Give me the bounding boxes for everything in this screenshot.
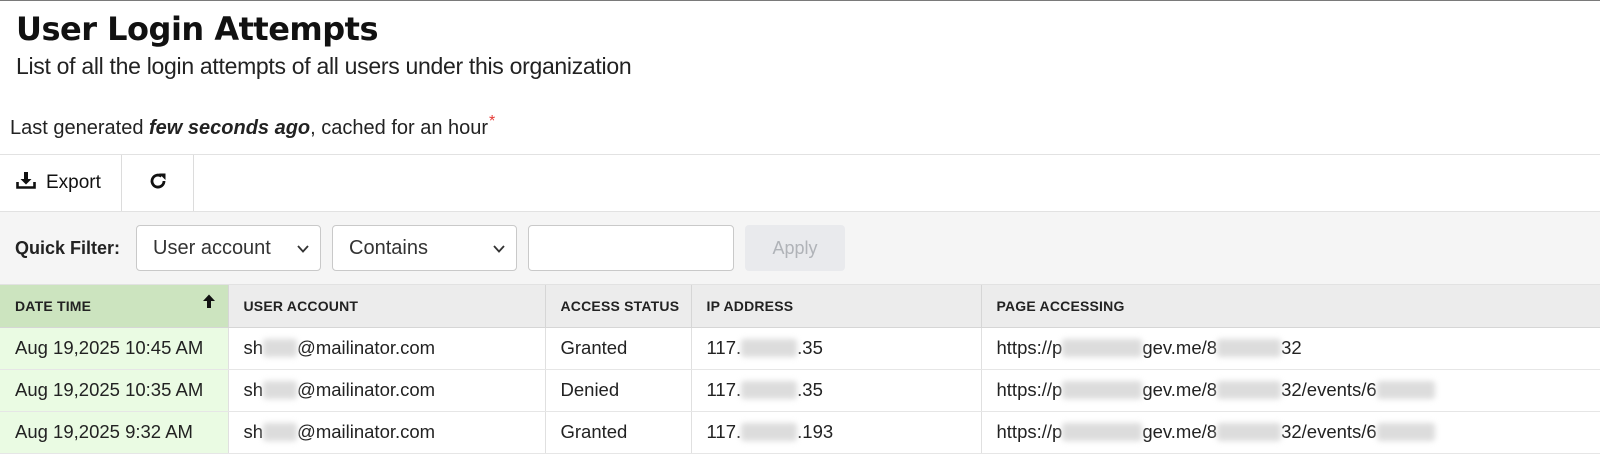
filter-operator-select[interactable]: Contains [332,225,518,271]
redacted-text [1376,423,1435,441]
redacted-text [1062,339,1143,357]
date-time-cell: Aug 19,2025 10:35 AM [0,369,229,412]
refresh-icon [148,171,168,196]
redacted-text [741,423,798,441]
login-attempts-table: DATE TIME USER ACCOUNT ACCESS STATUS IP … [0,285,1600,454]
page-accessing-cell: https://p gev.me/8 32/events/6 [981,369,1600,412]
arrow-up-icon [202,293,216,312]
column-header-user-account[interactable]: USER ACCOUNT [228,285,546,328]
filter-operator-value: Contains [349,236,428,259]
page-header: User Login Attempts List of all the logi… [0,1,1600,97]
redacted-text [1217,339,1282,357]
redacted-text [263,381,298,399]
page-accessing-cell: https://p gev.me/8 32 [981,327,1600,370]
access-status-cell: Granted [545,411,692,454]
access-status-cell: Granted [545,327,692,370]
page-accessing-cell: https://p gev.me/8 32/events/6 [981,411,1600,454]
redacted-text [741,339,798,357]
cache-age: few seconds ago [149,117,311,139]
table-header-row: DATE TIME USER ACCOUNT ACCESS STATUS IP … [0,285,1600,328]
ip-address-cell: 117. .35 [691,327,982,370]
redacted-text [1376,381,1435,399]
toolbar: Export [0,155,1600,212]
table-row[interactable]: Aug 19,2025 10:45 AM sh @mailinator.com Gra… [0,327,1600,370]
cache-suffix: , cached for an hour [310,117,489,139]
table-row[interactable]: Aug 19,2025 9:32 AM sh @mailinator.com Gran… [0,411,1600,454]
page-subtitle: List of all the login attempts of all us… [16,53,632,79]
redacted-text [1062,423,1143,441]
date-time-cell: Aug 19,2025 9:32 AM [0,411,229,454]
chevron-down-icon [492,237,506,260]
filter-field-value: User account [153,236,271,259]
redacted-text [263,339,298,357]
table-row[interactable]: Aug 19,2025 10:35 AM sh @mailinator.com Den… [0,369,1600,412]
redacted-text [1217,423,1282,441]
table-body: Aug 19,2025 10:45 AM sh @mailinator.com Gra… [0,327,1600,454]
apply-button[interactable]: Apply [745,225,846,271]
date-time-cell: Aug 19,2025 10:45 AM [0,327,229,370]
column-header-page-accessing[interactable]: PAGE ACCESSING [981,285,1600,328]
redacted-text [741,381,798,399]
chevron-down-icon [296,237,310,260]
quick-filter-label: Quick Filter: [15,237,121,258]
export-button[interactable]: Export [0,155,122,211]
required-asterisk: * [489,113,496,130]
export-label: Export [46,172,101,193]
refresh-button[interactable] [122,155,194,211]
redacted-text [1062,381,1143,399]
user-account-cell: sh @mailinator.com [228,327,546,370]
redacted-text [263,423,298,441]
access-status-cell: Denied [545,369,692,412]
column-header-date-time[interactable]: DATE TIME [0,285,229,328]
column-header-access-status[interactable]: ACCESS STATUS [545,285,692,328]
user-account-cell: sh @mailinator.com [228,411,546,454]
filter-value-input[interactable] [528,225,735,271]
ip-address-cell: 117. .193 [691,411,982,454]
quick-filter-bar: Quick Filter: User account Contains Appl… [0,212,1600,285]
column-header-ip-address[interactable]: IP ADDRESS [691,285,982,328]
redacted-text [1217,381,1282,399]
ip-address-cell: 117. .35 [691,369,982,412]
page-title: User Login Attempts [16,10,378,48]
cache-prefix: Last generated [10,117,149,139]
download-icon [16,171,46,195]
filter-field-select[interactable]: User account [136,225,322,271]
cache-status: Last generated few seconds ago, cached f… [0,97,1600,155]
user-account-cell: sh @mailinator.com [228,369,546,412]
